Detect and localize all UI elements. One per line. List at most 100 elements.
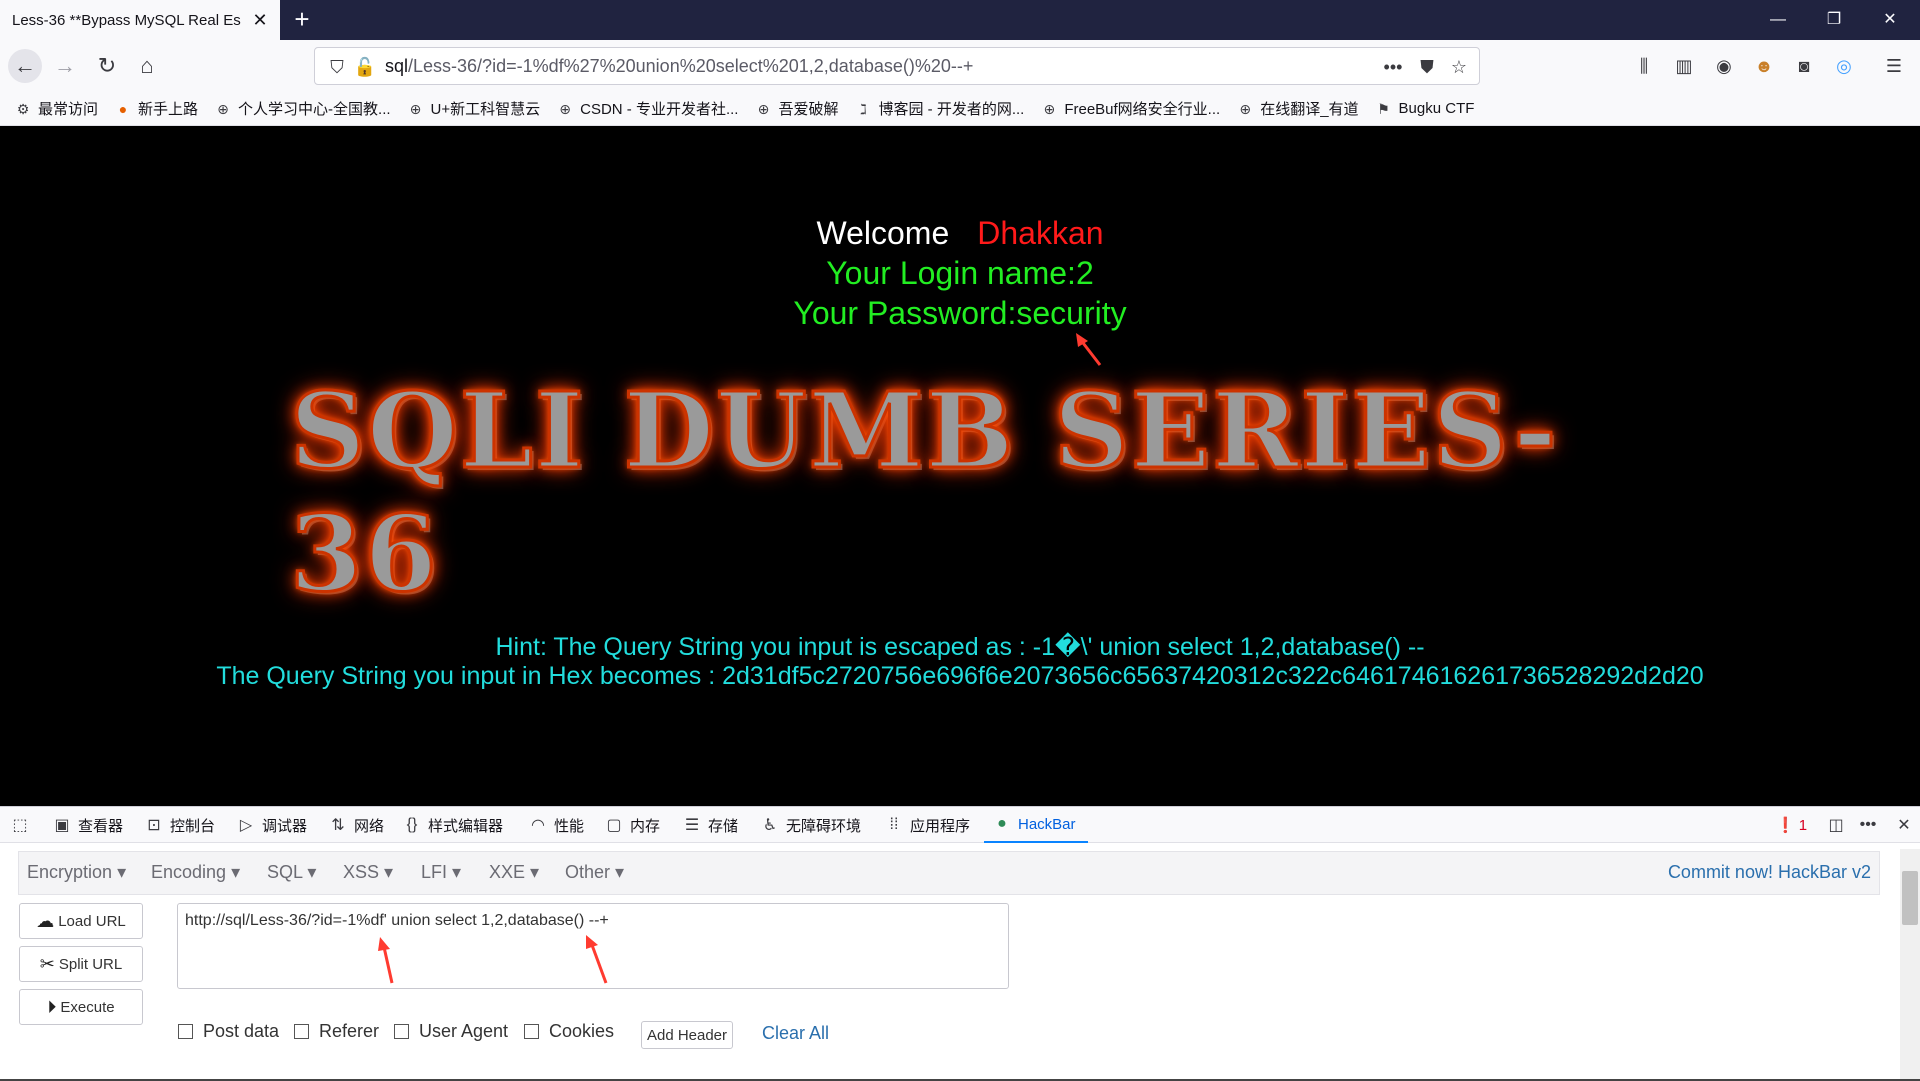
menu-sql[interactable]: SQL ▾: [267, 862, 316, 883]
bookmark-item[interactable]: ⚙ 最常访问: [14, 98, 98, 119]
tab-performance[interactable]: ◠ 性能: [528, 807, 584, 843]
tab-title: Less-36 **Bypass MySQL Real Es: [12, 11, 241, 29]
bookmark-item[interactable]: ⊕ CSDN - 专业开发者社...: [556, 98, 738, 119]
storage-icon: ☰: [684, 817, 700, 834]
caret-down-icon: ▾: [231, 862, 241, 882]
more-actions-icon[interactable]: •••: [1381, 55, 1405, 79]
tab-console[interactable]: ⊡ 控制台: [144, 807, 215, 843]
scrollbar[interactable]: [1900, 849, 1920, 1081]
home-icon[interactable]: ⌂: [130, 49, 164, 83]
url-text[interactable]: sql/Less-36/?id=-1%df%27%20union%20selec…: [385, 56, 973, 77]
forward-icon[interactable]: →: [48, 49, 82, 83]
tab-style-editor[interactable]: {} 样式编辑器: [402, 807, 503, 843]
cnblogs-icon: ℷ: [860, 100, 867, 117]
tab-application[interactable]: ⁞⁞ 应用程序: [884, 807, 970, 843]
login-name-text: Your Login name:2: [826, 255, 1094, 291]
error-badge[interactable]: ❗ 1: [1776, 807, 1807, 843]
menu-encoding[interactable]: Encoding ▾: [151, 862, 240, 883]
bookmark-item[interactable]: ⊕ 个人学习中心-全国教...: [214, 98, 390, 119]
window-close-icon[interactable]: ✕: [1870, 8, 1910, 32]
scrollbar-thumb[interactable]: [1902, 871, 1918, 925]
tab-network[interactable]: ⇅ 网络: [328, 807, 384, 843]
welcome-text: Welcome: [816, 215, 950, 251]
post-data-checkbox[interactable]: Post data: [178, 1021, 279, 1042]
tab-hackbar[interactable]: ● HackBar: [984, 807, 1088, 843]
extension-monkey-icon[interactable]: ☻: [1750, 52, 1778, 80]
referer-checkbox[interactable]: Referer: [294, 1021, 379, 1042]
inspector-icon: ▣: [54, 817, 70, 834]
library-icon[interactable]: ⫼: [1630, 52, 1658, 80]
bookmark-item[interactable]: ⊕ 吾爱破解: [754, 98, 839, 119]
tab-accessibility[interactable]: ♿ 无障碍环境: [760, 807, 861, 843]
sidebar-icon[interactable]: ▥: [1670, 52, 1698, 80]
cookies-checkbox[interactable]: Cookies: [524, 1021, 614, 1042]
pocket-icon[interactable]: ⛊: [1415, 55, 1439, 79]
extension-circle-icon[interactable]: ◎: [1830, 52, 1858, 80]
bookmarks-bar: ⚙ 最常访问 ● 新手上路 ⊕ 个人学习中心-全国教... ⊕ U+新工科智慧云 ⊕ CS…: [0, 92, 1920, 126]
gear-icon: ⚙: [16, 100, 30, 117]
accessibility-icon: ♿: [762, 817, 778, 834]
play-icon: ⏵: [47, 996, 57, 1017]
user-agent-checkbox[interactable]: User Agent: [394, 1021, 508, 1042]
menu-xss[interactable]: XSS ▾: [343, 862, 393, 883]
globe-icon: ⊕: [559, 100, 571, 117]
bookmark-star-icon[interactable]: ☆: [1447, 55, 1471, 79]
tab-strip: Less-36 **Bypass MySQL Real Es ✕ + — ❐ ✕: [0, 0, 1920, 40]
cloud-download-icon: ☁: [36, 910, 55, 931]
annotation-arrow: [586, 935, 608, 984]
url-host: sql: [385, 56, 409, 76]
restore-icon[interactable]: ❐: [1814, 8, 1854, 32]
menu-encryption[interactable]: Encryption ▾: [27, 862, 126, 883]
style-editor-icon: {}: [406, 816, 418, 833]
menu-other[interactable]: Other ▾: [565, 862, 624, 883]
dock-icon[interactable]: ◫: [1826, 807, 1852, 843]
reload-icon[interactable]: ↻: [90, 49, 124, 83]
minimize-icon[interactable]: —: [1758, 8, 1798, 32]
back-icon[interactable]: ←: [8, 49, 42, 83]
shield-icon[interactable]: ⛉: [325, 55, 349, 79]
bookmark-item[interactable]: ⊕ U+新工科智慧云: [407, 98, 540, 119]
tab-inspector[interactable]: ▣ 查看器: [52, 807, 123, 843]
tab-memory[interactable]: ▢ 内存: [604, 807, 660, 843]
insecure-lock-icon[interactable]: 🔓: [353, 55, 377, 79]
globe-icon: ⊕: [1239, 100, 1252, 117]
account-icon[interactable]: ◉: [1710, 52, 1738, 80]
add-header-button[interactable]: Add Header: [641, 1021, 733, 1049]
globe-icon: ⊕: [409, 100, 422, 117]
caret-down-icon: ▾: [307, 862, 317, 882]
hint-hex: The Query String you input in Hex become…: [216, 662, 1704, 690]
commit-link[interactable]: Commit now! HackBar v2: [1668, 862, 1871, 883]
url-bar[interactable]: ⛉ 🔓 sql/Less-36/?id=-1%df%27%20union%20s…: [314, 47, 1480, 85]
bookmark-item[interactable]: ● 新手上路: [114, 98, 198, 119]
element-picker-icon[interactable]: ⬚: [10, 807, 36, 843]
menu-lfi[interactable]: LFI ▾: [421, 862, 461, 883]
tab-close-icon[interactable]: ✕: [250, 10, 270, 30]
welcome-line: Welcome Dhakkan: [0, 215, 1920, 252]
bookmark-item[interactable]: ⊕ 在线翻译_有道: [1236, 98, 1358, 119]
tab-active[interactable]: Less-36 **Bypass MySQL Real Es ✕: [0, 0, 280, 40]
execute-button[interactable]: ⏵ Execute: [19, 989, 143, 1025]
firefox-icon: ●: [118, 100, 128, 117]
devtools-close-icon[interactable]: ✕: [1894, 807, 1920, 843]
hackbar-menubar: Encryption ▾ Encoding ▾ SQL ▾ XSS ▾ LFI …: [18, 851, 1880, 895]
caret-down-icon: ▾: [117, 862, 127, 882]
performance-icon: ◠: [531, 817, 545, 834]
console-icon: ⊡: [147, 817, 161, 834]
load-url-button[interactable]: ☁ Load URL: [19, 903, 143, 939]
new-tab-icon[interactable]: +: [288, 6, 316, 34]
tab-debugger[interactable]: ▷ 调试器: [236, 807, 307, 843]
split-url-button[interactable]: ✂ Split URL: [19, 946, 143, 982]
clear-all-link[interactable]: Clear All: [762, 1023, 829, 1044]
caret-down-icon: ▾: [452, 862, 462, 882]
devtools-more-icon[interactable]: •••: [1858, 807, 1884, 843]
hackbar-icon: ●: [997, 815, 1007, 832]
bookmark-item[interactable]: ℷ 博客园 - 开发者的网...: [854, 98, 1024, 119]
tab-storage[interactable]: ☰ 存储: [682, 807, 738, 843]
extension-mask-icon[interactable]: ◙: [1790, 52, 1818, 80]
menu-icon[interactable]: ☰: [1880, 52, 1908, 80]
bookmark-item[interactable]: ⊕ FreeBuf网络安全行业...: [1040, 98, 1220, 119]
bookmark-item[interactable]: ⚑ Bugku CTF: [1375, 100, 1474, 118]
memory-icon: ▢: [606, 817, 622, 834]
annotation-arrow: [1076, 333, 1102, 366]
menu-xxe[interactable]: XXE ▾: [489, 862, 539, 883]
